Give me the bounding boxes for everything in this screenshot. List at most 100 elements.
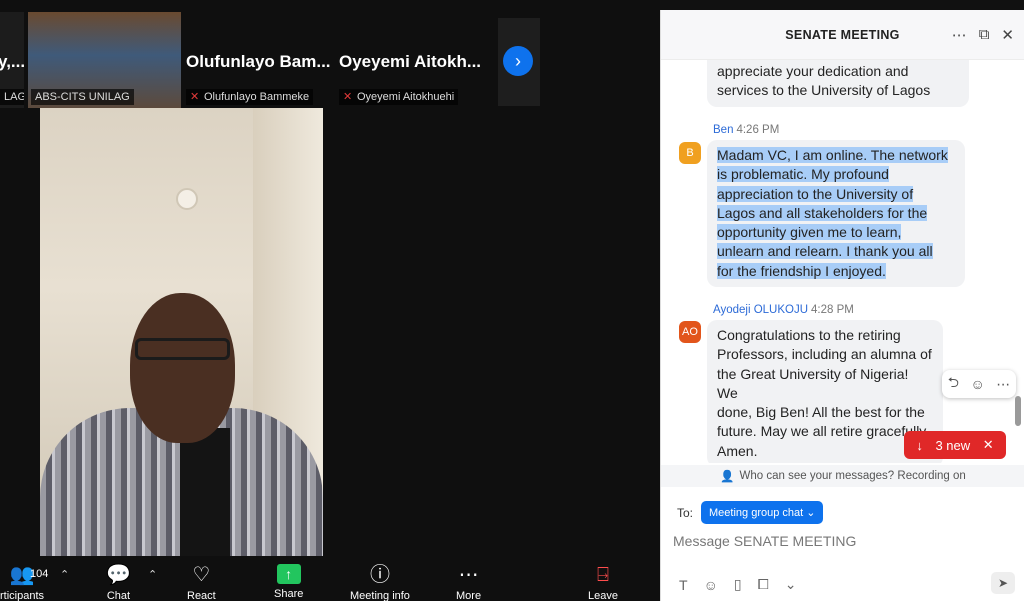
send-button[interactable]: ➤ [991,572,1015,594]
meeting-toolbar: 👥 rticipants 104 ⌃ 💬 Chat ⌃ ♡ React ↑ Sh… [0,556,660,601]
message-line: future. May we all retire gracefully. [717,423,930,440]
message-line: Lagos and all stakeholders for the [717,204,928,221]
mic-muted-icon: ✕ [343,90,353,103]
to-label: To: [677,505,694,520]
leave-door-icon: ⍈ [596,564,609,586]
emoji-icon[interactable]: ☺ [704,577,718,593]
chevron-down-icon[interactable]: ⌄ [785,576,797,593]
meeting-info-label: Meeting info [350,590,410,601]
new-messages-button[interactable]: ↓ 3 new ✕ [904,431,1006,459]
arrow-down-icon: ↓ [916,437,923,453]
share-label: Share [274,588,304,600]
message-sender: Ben 4:26 PM [713,124,779,136]
message-line: is problematic. My profound [717,166,889,183]
meeting-info-button[interactable]: ⓘ Meeting info [350,564,410,601]
participants-count: 104 [30,568,49,580]
speaker-head [130,293,235,443]
leave-button[interactable]: ⍈ Leave [588,564,618,601]
message-line: unlearn and relearn. I thank you all [717,243,933,260]
participant-tile[interactable]: Olufunlayo Bam... ✕ Olufunlayo Bammeke [182,12,336,108]
chat-header-actions: ⋯ ⧉ ✕ [952,26,1014,44]
message-time: 4:26 PM [736,124,780,136]
screenshot-icon[interactable]: ⧠ [758,576,769,593]
chat-message-list[interactable]: appreciate your dedication and services … [661,60,1024,463]
chevron-up-icon[interactable]: ⌃ [148,568,157,581]
message-line: Amen. [717,442,758,459]
more-label: More [456,590,482,601]
react-button[interactable]: ♡ React [187,564,216,601]
react-label: React [187,590,216,601]
participant-label: ✕ Oyeyemi Aitokhuehi [339,89,459,105]
speaker-glasses [135,338,230,360]
info-icon: ⓘ [369,564,390,586]
avatar: AO [679,321,701,343]
next-page-button[interactable]: › [503,46,533,76]
privacy-notice[interactable]: 👤 Who can see your messages? Recording o… [661,465,1024,487]
message-line: Madam VC, I am online. The network [717,147,948,163]
participant-label-text: Olufunlayo Bammeke [204,91,310,103]
zoom-window: y,... LAG ABS-CITS UNILAG Olufunlayo Bam… [0,0,1024,601]
message-line: for the friendship I enjoyed. [717,262,886,279]
participant-label-text: Oyeyemi Aitokhuehi [357,91,455,103]
message-time: 4:28 PM [811,304,854,316]
leave-label: Leave [588,590,618,601]
emoji-reaction-icon[interactable]: ☺ [970,376,984,392]
chevron-up-icon[interactable]: ⌃ [60,568,69,581]
composer-toolbar: T ☺ ▯ ⧠ ⌄ [679,576,797,593]
message-line: Congratulations to the retiring [717,327,901,343]
meeting-area: y,... LAG ABS-CITS UNILAG Olufunlayo Bam… [0,0,660,601]
chat-label: Chat [106,590,131,601]
chat-scrollbar[interactable] [1015,396,1021,426]
reply-icon[interactable]: ⮌ [948,372,959,396]
file-icon[interactable]: ▯ [734,576,742,593]
message-line: opportunity given me to learn, [717,224,902,241]
text-format-icon[interactable]: T [679,577,688,593]
share-button[interactable]: ↑ Share [274,564,303,600]
participant-label: ✕ Olufunlayo Bammeke [186,89,314,105]
message-line: appreciate your dedication and [717,63,909,79]
participant-tile[interactable]: ABS-CITS UNILAG [28,12,181,108]
privacy-text: Who can see your messages? Recording on [739,470,966,482]
chat-icon: 💬 [106,564,131,586]
sender-name: Ayodeji OLUKOJU [713,304,809,316]
sender-name: Ben [713,124,734,136]
chevron-right-icon: › [515,50,521,71]
pop-out-icon[interactable]: ⧉ [979,26,990,44]
user-lock-icon: 👤 [720,471,735,483]
participant-tile[interactable]: y,... LAG [0,12,24,108]
speaker-collar [180,428,230,556]
more-options-icon[interactable]: ⋯ [952,26,967,44]
participant-thumbnail-strip: y,... LAG ABS-CITS UNILAG Olufunlayo Bam… [0,12,540,108]
active-speaker-video [40,108,323,556]
message-input[interactable] [673,530,1003,552]
chat-message-bubble[interactable]: appreciate your dedication and services … [707,60,969,107]
close-icon[interactable]: ✕ [1001,26,1014,44]
message-line: the Great University of Nigeria! We [717,365,909,401]
chat-button[interactable]: 💬 Chat [106,564,131,601]
more-button[interactable]: ⋯ More [456,564,481,601]
recipient-row: To: Meeting group chat ⌄ [677,501,824,524]
participant-name: y,... [0,52,24,71]
participant-name: Oyeyemi Aitokh... [339,52,482,71]
message-hover-actions: ⮌ ☺ ⋯ [942,370,1016,398]
more-options-icon[interactable]: ⋯ [996,376,1010,393]
send-icon: ➤ [997,576,1009,590]
participants-label: rticipants [0,590,45,601]
message-line: services to the University of Lagos [717,82,931,99]
recipient-dropdown[interactable]: Meeting group chat ⌄ [701,501,824,524]
message-line: Professors, including an alumna of [717,346,932,363]
close-icon[interactable]: ✕ [983,437,994,453]
video-ceiling-light [176,188,198,210]
participant-label: LAG [0,89,24,105]
chat-message-bubble[interactable]: Madam VC, I am online. The network is pr… [707,140,965,288]
message-line: done, Big Ben! All the best for the [717,404,925,421]
new-messages-count: 3 new [935,437,971,453]
participant-tile[interactable]: Oyeyemi Aitokh... ✕ Oyeyemi Aitokhuehi [337,12,497,108]
mic-muted-icon: ✕ [190,90,200,103]
heart-icon: ♡ [192,564,211,586]
chat-header: SENATE MEETING ⋯ ⧉ ✕ [661,10,1024,60]
chat-panel: SENATE MEETING ⋯ ⧉ ✕ appreciate your ded… [660,10,1024,601]
message-line: appreciation to the University of [717,185,914,202]
message-sender: Ayodeji OLUKOJU 4:28 PM [713,304,854,316]
more-icon: ⋯ [458,564,479,586]
